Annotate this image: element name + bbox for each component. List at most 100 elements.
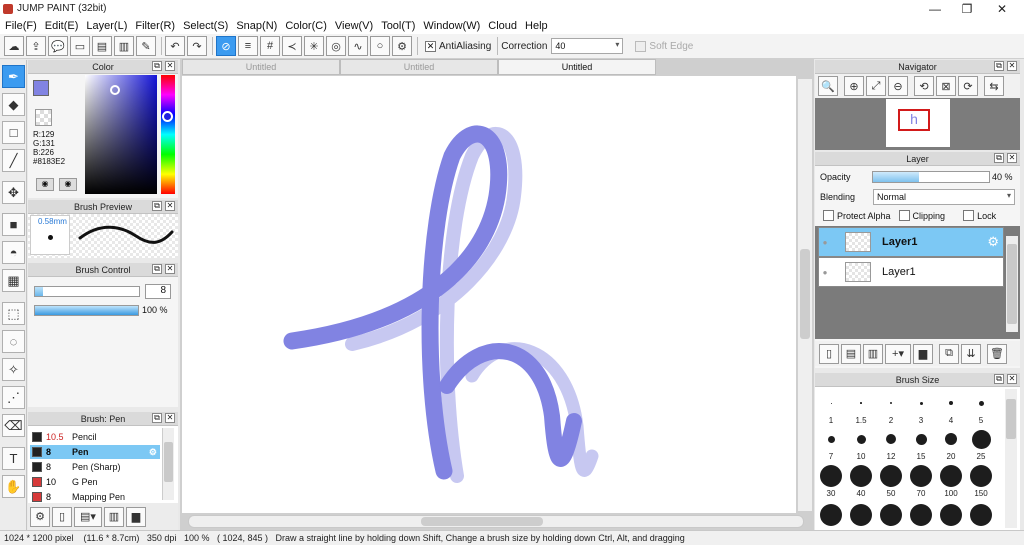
- close-icon[interactable]: ✕: [1007, 374, 1017, 384]
- vertical-scroll-thumb[interactable]: [800, 249, 810, 339]
- layer-row[interactable]: ● Layer1 ⚙: [818, 227, 1004, 257]
- rect-select-tool-icon[interactable]: ⬚: [2, 302, 25, 325]
- brush-menu-icon[interactable]: ▤▾: [74, 506, 102, 527]
- snap-settings-icon[interactable]: ⚙: [392, 36, 412, 56]
- brush-size-option[interactable]: [880, 504, 902, 526]
- delete-layer-icon[interactable]: 🗑: [987, 343, 1007, 364]
- minimize-button[interactable]: —: [918, 0, 952, 17]
- brush-folder-icon[interactable]: ▆: [126, 506, 146, 527]
- brush-size-scrollbar[interactable]: [1005, 389, 1017, 528]
- brush-size-option[interactable]: [945, 433, 957, 445]
- magic-wand-tool-icon[interactable]: ✧: [2, 358, 25, 381]
- brush-size-option[interactable]: [820, 465, 842, 487]
- undock-icon[interactable]: ⧉: [152, 61, 162, 71]
- tab-untitled-1[interactable]: Untitled: [182, 59, 340, 75]
- protect-alpha-checkbox[interactable]: [823, 210, 834, 221]
- brush-size-option[interactable]: [970, 504, 992, 526]
- brush-settings-gear-icon[interactable]: ⚙: [149, 447, 157, 458]
- close-icon[interactable]: ✕: [165, 413, 175, 423]
- line-tool-icon[interactable]: ╱: [2, 149, 25, 172]
- document-icon[interactable]: ▥: [114, 36, 134, 56]
- brush-size-option[interactable]: [940, 504, 962, 526]
- close-icon[interactable]: ✕: [165, 61, 175, 71]
- menu-filter[interactable]: Filter(R): [135, 20, 175, 32]
- brush-size-option[interactable]: [910, 465, 932, 487]
- correction-select[interactable]: 40 ▾: [551, 38, 624, 54]
- perspective-snap-icon[interactable]: ≺: [282, 36, 302, 56]
- zoom-in-icon[interactable]: ⊕: [844, 76, 864, 96]
- shape-tool-icon[interactable]: □: [2, 121, 25, 144]
- horizontal-scroll-thumb[interactable]: [421, 517, 543, 526]
- close-icon[interactable]: ✕: [1007, 61, 1017, 71]
- restore-button[interactable]: ❐: [950, 0, 984, 17]
- menu-window[interactable]: Window(W): [423, 20, 480, 32]
- brush-size-option[interactable]: [915, 433, 927, 445]
- grid-snap-icon[interactable]: #: [260, 36, 280, 56]
- undock-icon[interactable]: ⧉: [152, 264, 162, 274]
- zoom-reset-icon[interactable]: ⊖: [888, 76, 908, 96]
- clipping-checkbox[interactable]: [898, 210, 910, 221]
- menu-edit[interactable]: Edit(E): [45, 20, 79, 32]
- horizontal-scrollbar[interactable]: [188, 515, 804, 528]
- foreground-color-swatch[interactable]: [33, 80, 49, 96]
- lock-checkbox[interactable]: [963, 210, 975, 221]
- undock-icon[interactable]: ⧉: [152, 201, 162, 211]
- layer-visibility-icon[interactable]: ●: [818, 238, 832, 247]
- tab-untitled-3[interactable]: Untitled: [498, 59, 656, 75]
- new-folder-icon[interactable]: ▆: [913, 343, 933, 364]
- flip-horizontal-icon[interactable]: ⇆: [984, 76, 1004, 96]
- brush-settings-icon[interactable]: ⚙: [30, 506, 50, 527]
- brush-size-slider[interactable]: [34, 286, 140, 297]
- menu-cloud[interactable]: Cloud: [488, 20, 517, 32]
- brush-list-item[interactable]: 10.5 Pencil: [30, 430, 160, 444]
- brush-size-option[interactable]: [910, 504, 932, 526]
- brush-size-option[interactable]: [830, 402, 832, 404]
- close-icon[interactable]: ✕: [1007, 153, 1017, 163]
- menu-color[interactable]: Color(C): [285, 20, 327, 32]
- move-tool-icon[interactable]: ✥: [2, 181, 25, 204]
- brush-size-option[interactable]: [949, 401, 953, 405]
- rotate-reset-icon[interactable]: ⊠: [936, 76, 956, 96]
- soft-edge-checkbox[interactable]: [635, 40, 647, 52]
- bucket-tool-icon[interactable]: ◓: [2, 241, 25, 264]
- brush-size-option[interactable]: [860, 402, 862, 404]
- hue-cursor[interactable]: [162, 111, 173, 122]
- add-layer-menu-icon[interactable]: +▾: [885, 343, 911, 364]
- layer-list-scroll-thumb[interactable]: [1007, 244, 1017, 324]
- brush-opacity-slider[interactable]: [34, 305, 139, 316]
- vertical-scrollbar[interactable]: [798, 79, 812, 511]
- select-pen-tool-icon[interactable]: ⋰: [2, 386, 25, 409]
- undock-icon[interactable]: ⧉: [994, 61, 1004, 71]
- edit-document-icon[interactable]: ✎: [136, 36, 156, 56]
- undo-icon[interactable]: ↶: [165, 36, 185, 56]
- menu-help[interactable]: Help: [525, 20, 548, 32]
- layer-visibility-icon[interactable]: ●: [818, 268, 832, 277]
- menu-snap[interactable]: Snap(N): [236, 20, 277, 32]
- close-icon[interactable]: ✕: [165, 201, 175, 211]
- sv-cursor[interactable]: [110, 85, 120, 95]
- brush-properties-icon[interactable]: ▥: [104, 506, 124, 527]
- menu-view[interactable]: View(V): [335, 20, 373, 32]
- brush-size-option[interactable]: [850, 465, 872, 487]
- saturation-value-picker[interactable]: [85, 75, 157, 194]
- new-layer-icon[interactable]: ▯: [819, 343, 839, 364]
- rotate-right-icon[interactable]: ⟳: [958, 76, 978, 96]
- pen-tool-icon[interactable]: ✒: [2, 65, 25, 88]
- transparent-color-swatch[interactable]: [35, 109, 52, 126]
- brush-size-scroll-thumb[interactable]: [1006, 399, 1016, 439]
- circle-snap-icon[interactable]: ○: [370, 36, 390, 56]
- color-picker-icon[interactable]: ◉: [59, 178, 77, 191]
- brush-list-item[interactable]: 10 G Pen: [30, 475, 160, 489]
- layer-row[interactable]: ● Layer1: [818, 257, 1004, 287]
- merge-layer-icon[interactable]: ⇊: [961, 343, 981, 364]
- tab-untitled-2[interactable]: Untitled: [340, 59, 498, 75]
- undock-icon[interactable]: ⧉: [152, 413, 162, 423]
- zoom-out-icon[interactable]: 🔍: [818, 76, 838, 96]
- brush-list-item[interactable]: 8 Pen ⚙: [30, 445, 160, 459]
- brush-size-option[interactable]: [978, 400, 984, 406]
- rotate-left-icon[interactable]: ⟲: [914, 76, 934, 96]
- hand-tool-icon[interactable]: ✋: [2, 475, 25, 498]
- brush-size-option[interactable]: [970, 465, 992, 487]
- layer-settings-gear-icon[interactable]: ⚙: [987, 234, 999, 250]
- brush-size-option[interactable]: [820, 504, 842, 526]
